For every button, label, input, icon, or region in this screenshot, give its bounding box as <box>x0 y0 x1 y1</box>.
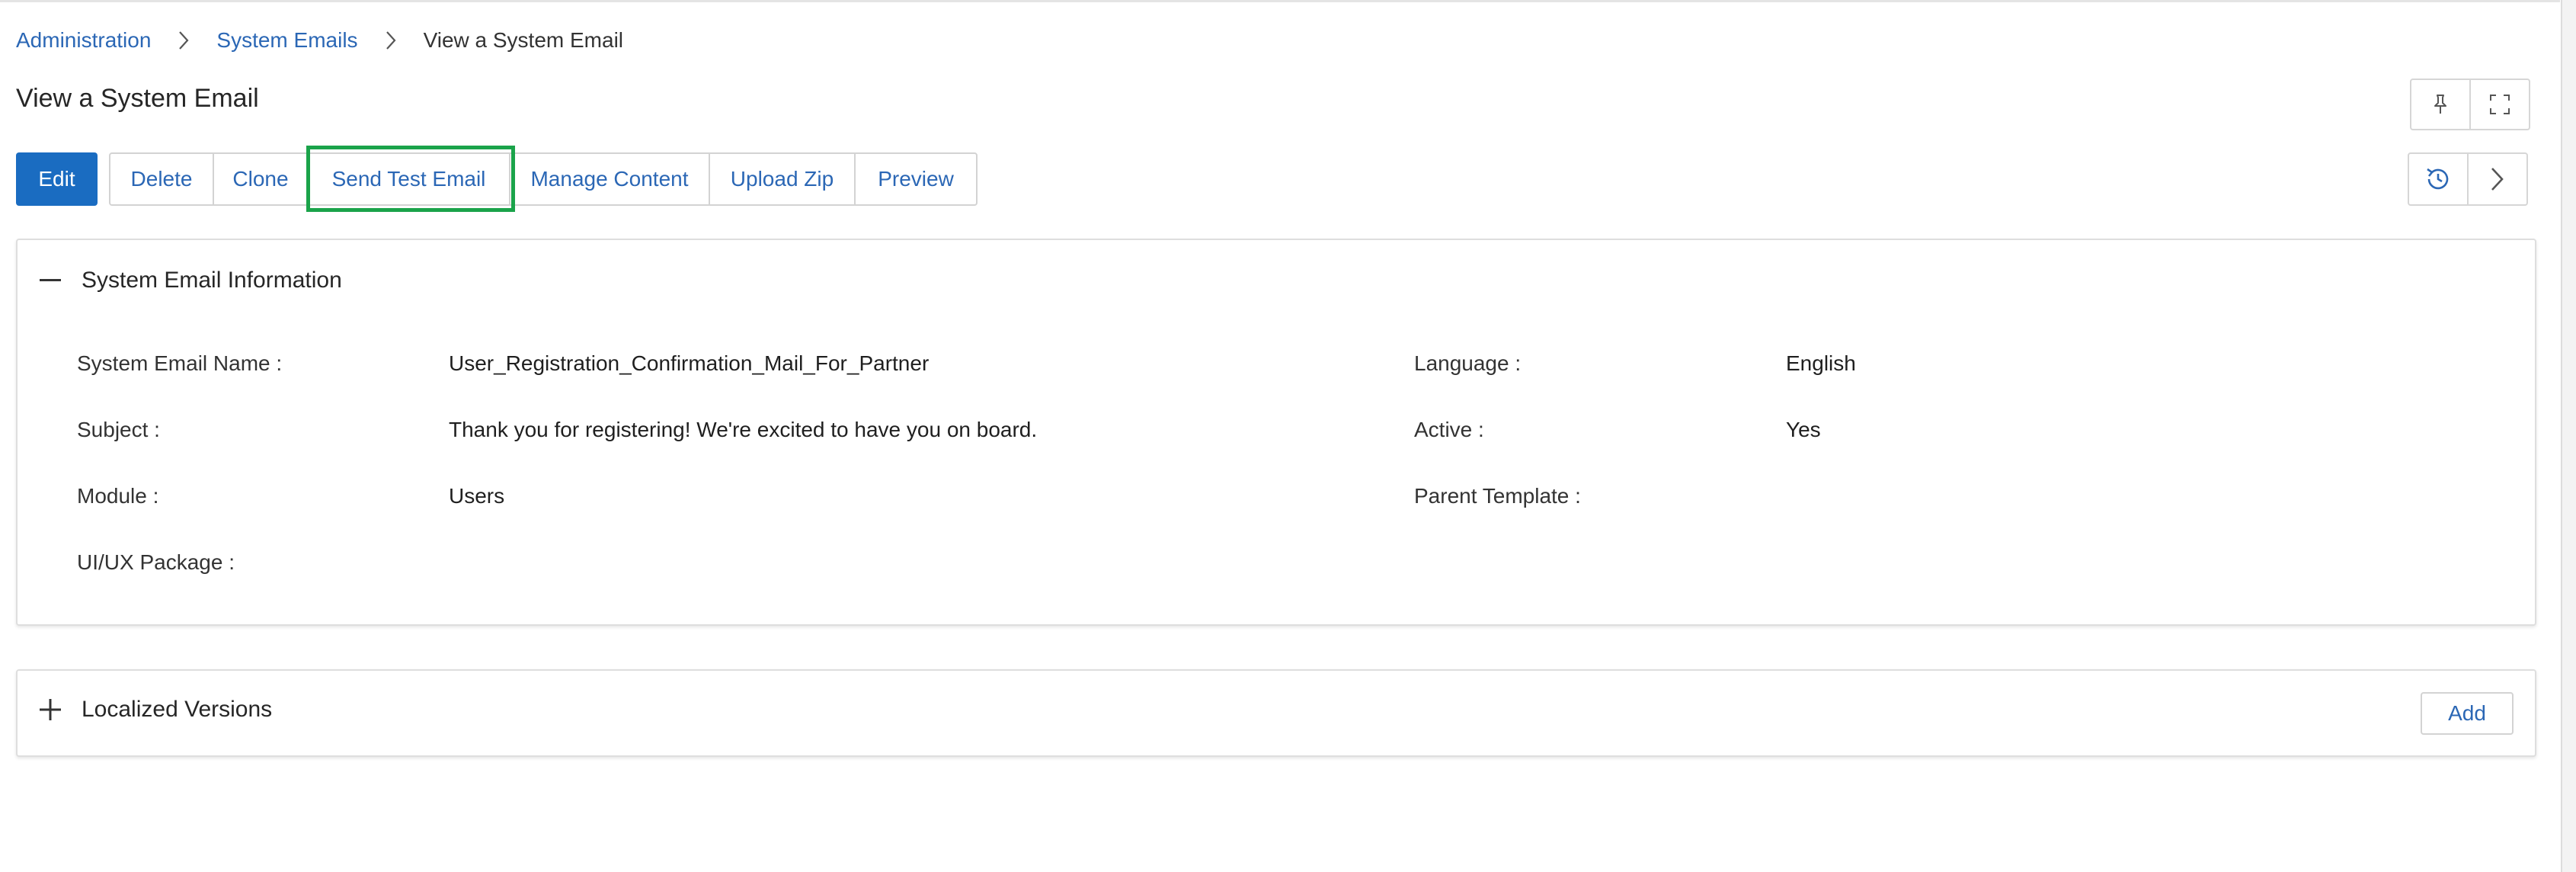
panel-header[interactable]: Localized Versions <box>37 697 272 723</box>
module-value: Users <box>449 484 505 508</box>
breadcrumb-administration[interactable]: Administration <box>16 28 151 53</box>
module-label: Module : <box>77 484 159 508</box>
chevron-right-icon <box>379 29 402 52</box>
chevron-right-icon <box>172 29 195 52</box>
uiux-package-label: UI/UX Package : <box>77 550 235 574</box>
upload-zip-button[interactable]: Upload Zip <box>709 154 854 204</box>
subject-label: Subject : <box>77 418 160 441</box>
parent-template-label: Parent Template : <box>1414 484 1581 508</box>
system-email-name-value: User_Registration_Confirmation_Mail_For_… <box>449 351 930 375</box>
active-value: Yes <box>1786 418 1821 441</box>
collapse-icon[interactable] <box>37 268 63 293</box>
pin-icon[interactable] <box>2411 80 2469 129</box>
breadcrumb-current: View a System Email <box>423 28 624 52</box>
system-email-name-label: System Email Name : <box>77 351 283 375</box>
page-title: View a System Email <box>16 84 259 113</box>
manage-content-button[interactable]: Manage Content <box>509 154 709 204</box>
top-border <box>0 0 2560 2</box>
language-value: English <box>1786 351 1856 375</box>
panel-header[interactable]: System Email Information <box>37 268 342 293</box>
edit-button[interactable]: Edit <box>16 152 98 206</box>
chevron-right-icon[interactable] <box>2467 154 2526 204</box>
add-localized-version-button[interactable]: Add <box>2421 692 2514 735</box>
delete-button[interactable]: Delete <box>110 154 213 204</box>
history-icon[interactable] <box>2409 154 2467 204</box>
record-navigation <box>2408 152 2528 206</box>
clone-button[interactable]: Clone <box>213 154 307 204</box>
language-label: Language : <box>1414 351 1522 375</box>
breadcrumb: Administration System Emails View a Syst… <box>16 26 623 55</box>
expand-icon[interactable] <box>37 697 63 723</box>
preview-button[interactable]: Preview <box>854 154 976 204</box>
active-label: Active : <box>1414 418 1484 441</box>
panel-title: System Email Information <box>82 268 342 293</box>
panel-title: Localized Versions <box>82 697 273 722</box>
view-actions <box>2410 79 2530 130</box>
system-email-information-panel: System Email Information System Email Na… <box>16 239 2536 626</box>
scrollbar[interactable] <box>2561 0 2576 872</box>
fullscreen-icon[interactable] <box>2469 80 2529 129</box>
breadcrumb-system-emails[interactable]: System Emails <box>216 28 357 53</box>
subject-value: Thank you for registering! We're excited… <box>449 418 1038 441</box>
send-test-email-button[interactable]: Send Test Email <box>307 154 509 204</box>
localized-versions-panel: Localized Versions Add <box>16 669 2536 757</box>
action-button-group: Delete Clone Send Test Email Manage Cont… <box>109 152 978 206</box>
